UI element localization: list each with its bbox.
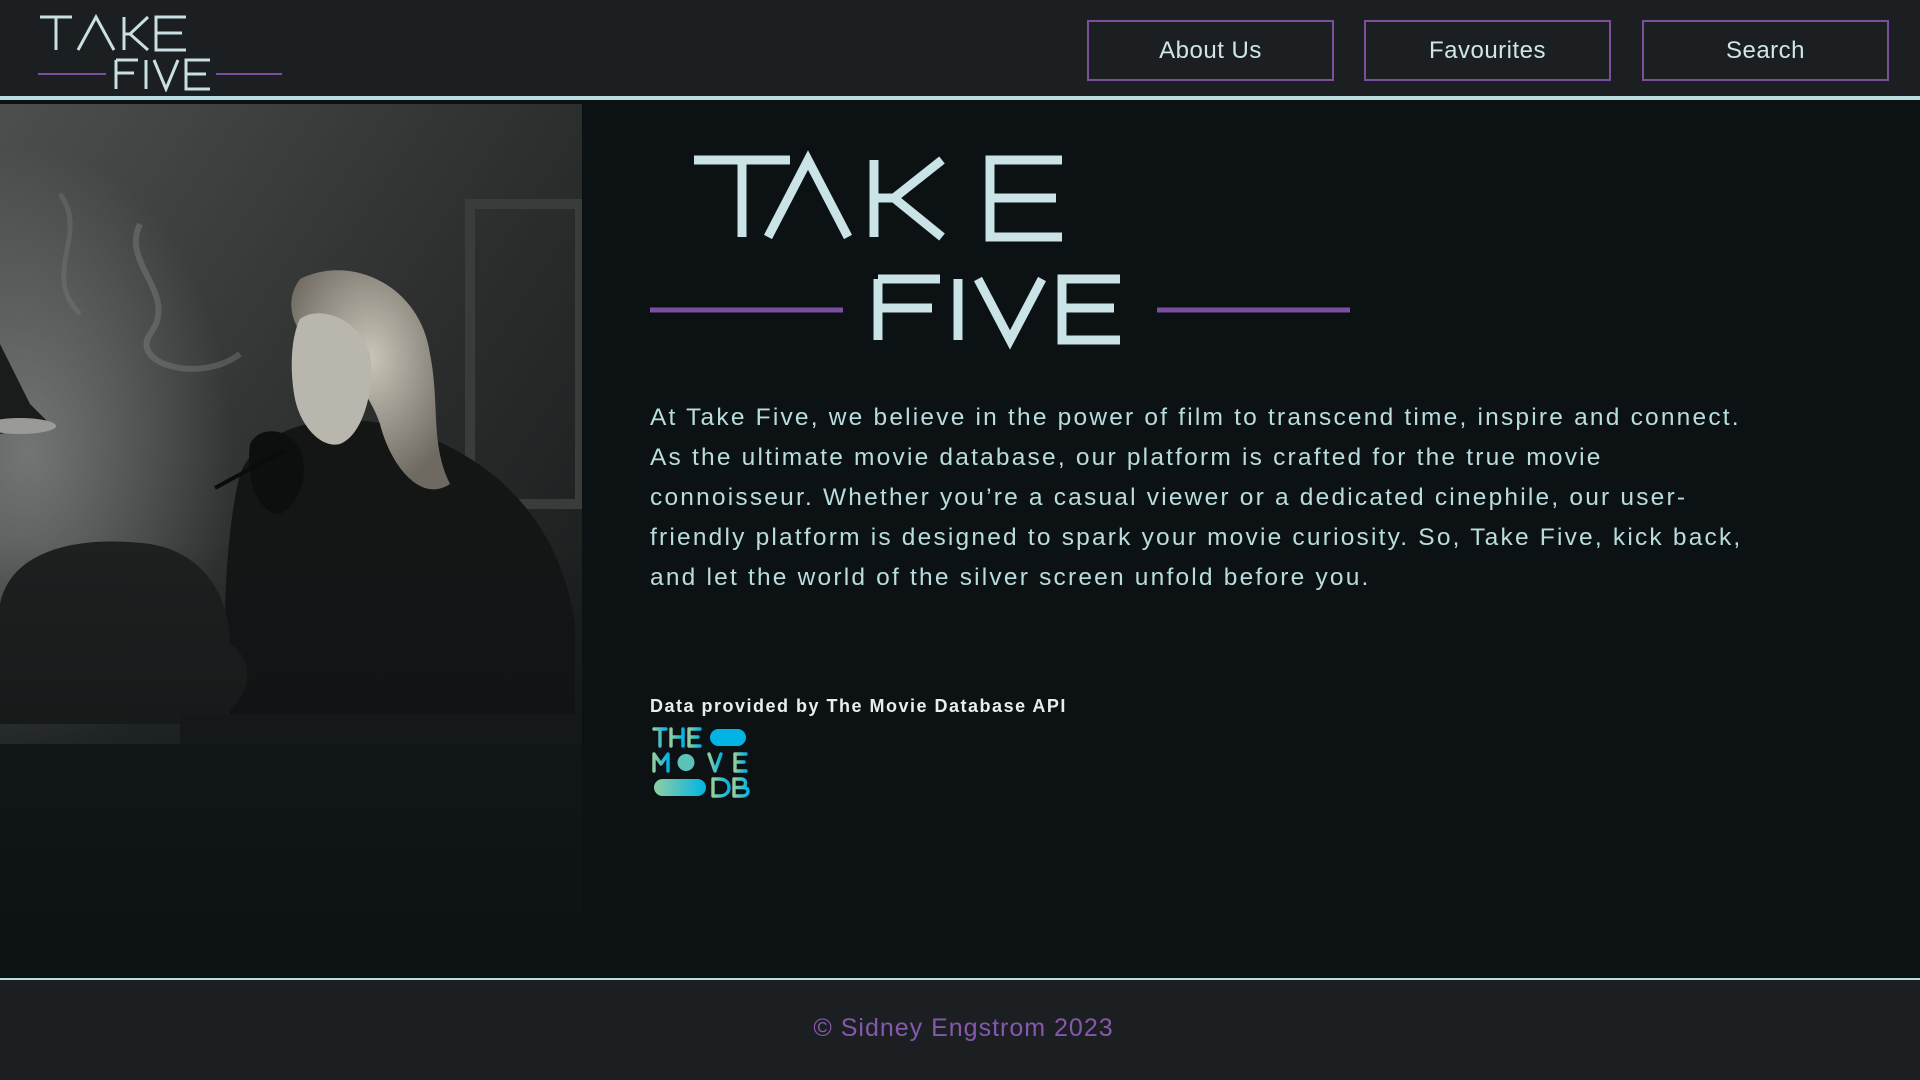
search-button[interactable]: Search [1642, 20, 1889, 81]
about-us-button[interactable]: About Us [1087, 20, 1334, 81]
take-five-logo-large [650, 150, 1350, 350]
tmdb-logo[interactable] [650, 726, 750, 798]
footer: © Sidney Engstrom 2023 [0, 978, 1920, 1080]
copyright-text: © Sidney Engstrom 2023 [813, 1014, 1114, 1042]
tmdb-attribution: Data provided by The Movie Database API [650, 696, 1067, 716]
hero-photo [0, 104, 582, 978]
intro-paragraph: At Take Five, we believe in the power of… [650, 404, 1743, 591]
take-five-logo-small[interactable] [38, 12, 284, 92]
favourites-button[interactable]: Favourites [1364, 20, 1611, 81]
header: About Us Favourites Search [0, 0, 1920, 100]
page: About Us Favourites Search At Take Five,… [0, 0, 1920, 1080]
